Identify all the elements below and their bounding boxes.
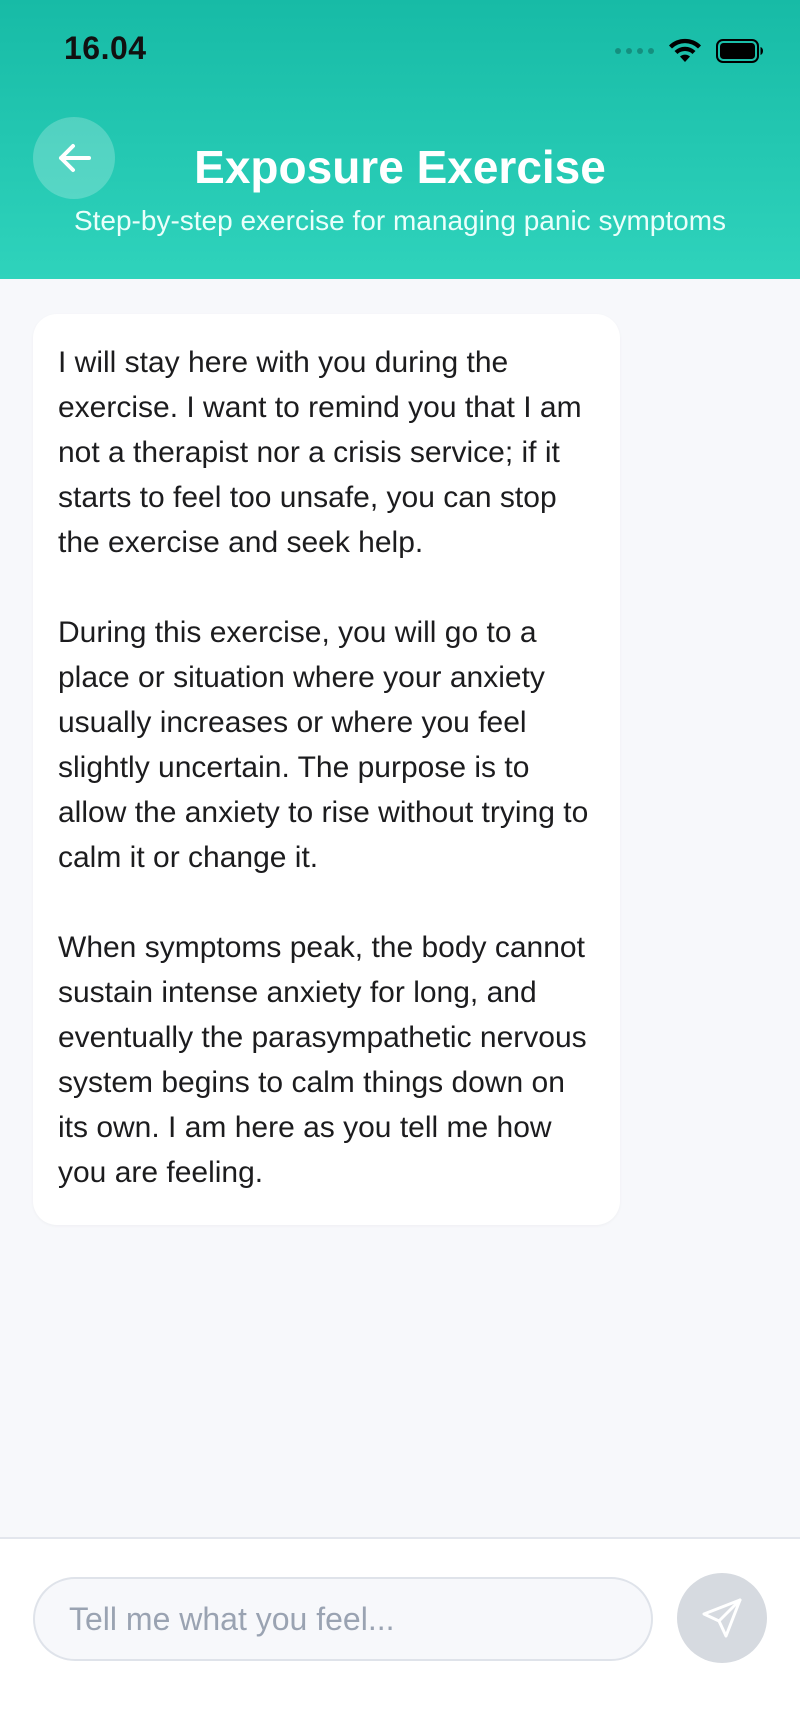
assistant-message-bubble: I will stay here with you during the exe… [33,314,620,1225]
message-input[interactable] [33,1577,653,1661]
header: 16.04 Exposure Exercise Step-by-step exe… [0,0,800,279]
page-subtitle: Step-by-step exercise for managing panic… [73,205,727,236]
status-time: 16.04 [64,30,147,66]
message-list: I will stay here with you during the exe… [0,279,800,1537]
status-icons [615,36,764,66]
page-title: Exposure Exercise [194,141,606,193]
signal-dots-icon [615,48,654,54]
battery-icon [716,39,763,63]
message-paragraph: I will stay here with you during the exe… [58,346,582,559]
message-paragraph: During this exercise, you will go to a p… [58,616,589,874]
wifi-icon [669,38,701,62]
send-icon [702,1598,742,1638]
composer-bar [0,1537,800,1731]
send-button[interactable] [677,1573,767,1663]
chat-screen: 16.04 Exposure Exercise Step-by-step exe… [0,0,800,1731]
message-paragraph: When symptoms peak, the body cannot sust… [58,931,587,1189]
